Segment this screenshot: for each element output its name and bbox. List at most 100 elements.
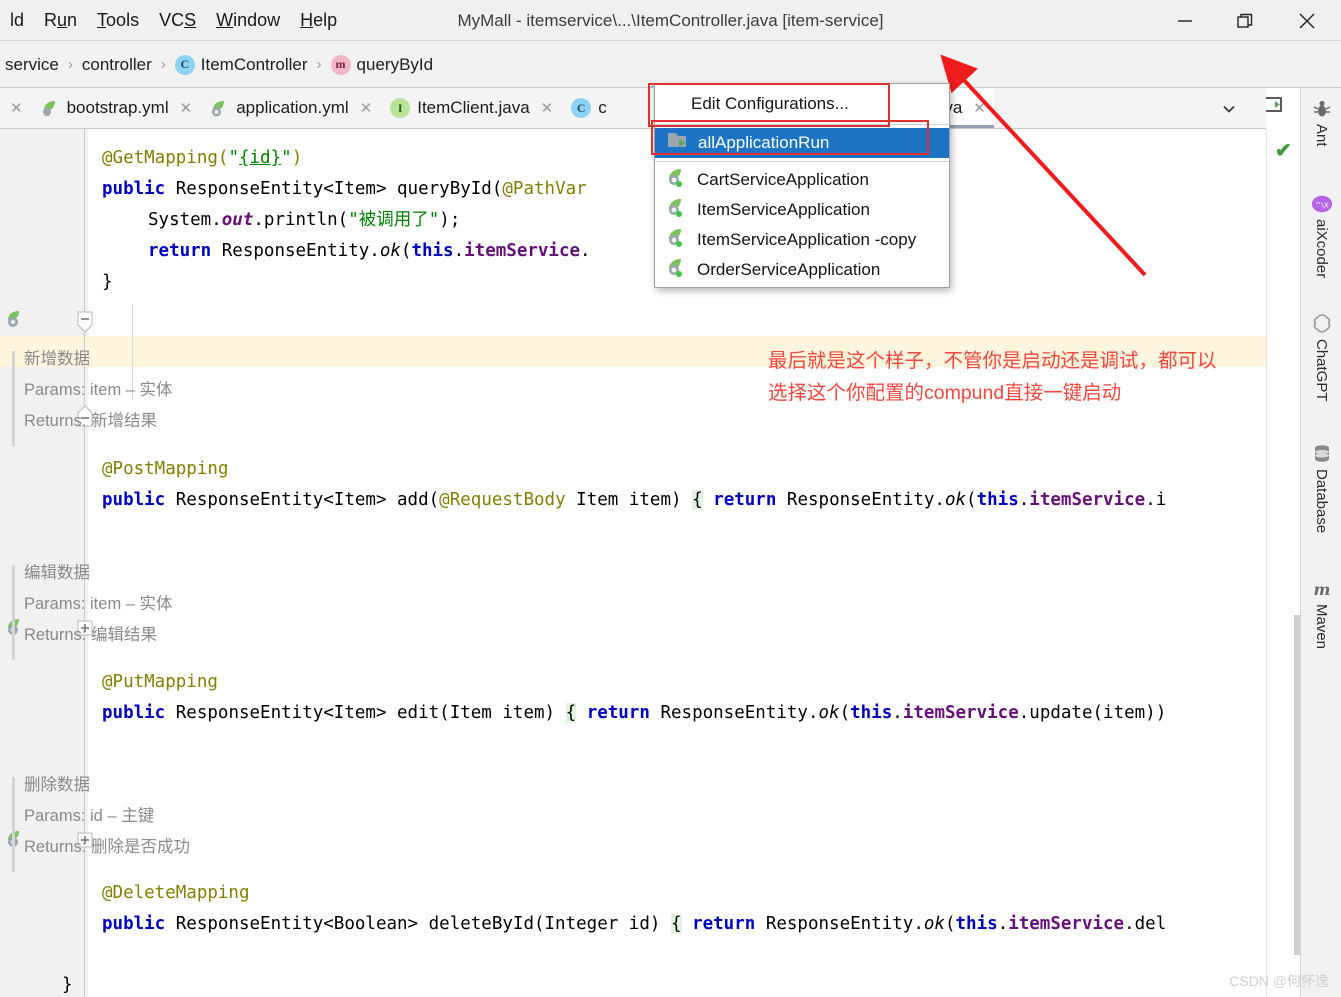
chatgpt-icon [1311,313,1333,335]
close-icon[interactable]: ✕ [180,99,193,117]
tab-bootstrap-yml[interactable]: bootstrap.yml ✕ [31,88,201,128]
maven-icon: m [1311,578,1333,600]
tool-window-ant[interactable]: Ant [1301,98,1341,147]
maximize-icon[interactable] [1219,0,1271,41]
yaml-spring-icon [210,99,229,118]
menu-item-itemserviceapplication[interactable]: ItemServiceApplication [655,195,949,225]
gutter-run-icon[interactable] [6,309,26,334]
inspection-status-icon[interactable]: ✔ [1275,138,1292,163]
menu-item-label: ItemServiceApplication [697,200,870,219]
code-line: } [62,975,73,995]
code-editor[interactable]: @GetMapping("{id}") public ResponseEntit… [0,129,1266,997]
minimize-icon[interactable] [1159,0,1211,41]
gutter-run-icon[interactable] [6,829,26,854]
tab-label: c [598,98,607,117]
ide-window: ld Run Tools VCS Window Help MyMall - it… [0,0,1341,997]
run-configuration-dropdown[interactable]: Edit Configurations... allApplicationRun [654,83,950,288]
compound-run-icon [667,131,689,155]
javadoc-returns: Returns: 编辑结果 [24,626,157,644]
menu-build[interactable]: ld [0,0,34,41]
menu-run[interactable]: Run [34,0,87,41]
gutter-run-icon[interactable] [6,617,26,642]
menu-separator [655,161,949,162]
menu-item-cartserviceapplication[interactable]: CartServiceApplication [655,165,949,195]
menu-help[interactable]: Help [290,0,347,41]
navigation-bar: service › controller › C ItemController … [0,41,1341,127]
watermark: CSDN @何怀逸 [1229,973,1329,989]
tab-label: bootstrap.yml [66,98,169,117]
javadoc-returns: Returns: 新增结果 [24,412,157,430]
menu-tools[interactable]: Tools [87,0,149,41]
breadcrumb-item-itemcontroller[interactable]: C ItemController [170,54,313,75]
breadcrumb-separator: › [67,56,73,73]
title-bar: ld Run Tools VCS Window Help MyMall - it… [0,0,1341,41]
menu-item-label: allApplicationRun [698,133,830,152]
tab-application-yml[interactable]: application.yml ✕ [200,88,380,128]
tool-window-maven[interactable]: m Maven [1301,578,1341,649]
editor-tab-bar: ✕ bootstrap.yml ✕ application.yml ✕ I It… [0,88,1266,129]
breadcrumb-item-controller[interactable]: controller [77,55,157,75]
code-line: System.out.println("被调用了"); [148,210,461,230]
tab-label: application.yml [236,98,349,117]
code-line: @PutMapping [102,672,218,692]
close-icon[interactable] [1281,0,1333,41]
tool-window-label: Ant [1313,124,1330,147]
code-line: public ResponseEntity<Item> queryById(@P… [102,179,587,199]
tab-list-chevron-down-icon[interactable] [1212,88,1246,129]
breadcrumb-separator: › [160,56,166,73]
code-line: } [102,272,113,292]
close-icon[interactable]: ✕ [541,99,554,117]
right-tool-window-strip: Ant ^\X aiXcoder ChatGPT Database m Mave… [1300,88,1341,997]
tool-window-database[interactable]: Database [1301,443,1341,533]
doc-comment-bar [12,565,15,660]
tool-window-aixcoder[interactable]: ^\X aiXcoder [1301,193,1341,278]
tab-scroll-close[interactable]: ✕ [0,88,31,128]
close-icon[interactable]: ✕ [10,99,23,117]
breadcrumb-label: service [5,54,59,74]
class-badge-icon: C [174,54,195,75]
menu-item-itemserviceapplication-copy[interactable]: ItemServiceApplication -copy [655,225,949,255]
svg-text:^\X: ^\X [1315,201,1329,210]
code-line: public ResponseEntity<Boolean> deleteByI… [102,914,1167,934]
close-icon[interactable]: ✕ [360,99,373,117]
menu-separator [655,124,949,125]
tab-partial-class[interactable]: C c [561,88,615,128]
menu-window[interactable]: Window [206,0,290,41]
spring-boot-icon [667,258,688,282]
breadcrumb-label: controller [81,54,152,74]
menu-bar: ld Run Tools VCS Window Help [0,0,347,41]
code-line: @GetMapping("{id}") [102,148,303,168]
menu-item-orderserviceapplication[interactable]: OrderServiceApplication [655,255,949,285]
breadcrumb-item-querybyid[interactable]: m queryById [326,54,439,75]
menu-item-edit-configurations[interactable]: Edit Configurations... [655,87,949,121]
menu-item-label: Edit Configurations... [691,94,849,113]
javadoc-params: Params: item – 实体 [24,381,173,399]
tool-window-label: ChatGPT [1313,339,1330,402]
breadcrumb-label: queryById [356,54,434,74]
tool-window-label: aiXcoder [1313,219,1330,279]
database-icon [1311,443,1333,465]
code-line: public ResponseEntity<Item> add(@Request… [102,490,1167,510]
ant-icon [1311,98,1333,120]
javadoc-title: 删除数据 [24,776,90,794]
interface-icon: I [390,98,411,118]
tab-label: ItemClient.java [417,98,530,117]
javadoc-title: 编辑数据 [24,564,90,582]
menu-item-allapplicationrun[interactable]: allApplicationRun [655,128,949,158]
code-line: return ResponseEntity.ok(this.itemServic… [148,241,591,261]
breadcrumb: service › controller › C ItemController … [0,41,438,88]
javadoc-title: 新增数据 [24,350,90,368]
doc-comment-bar [12,777,15,872]
spring-boot-icon [667,228,688,252]
close-icon[interactable]: ✕ [973,99,986,117]
code-line: @PostMapping [102,459,229,479]
tool-window-chatgpt[interactable]: ChatGPT [1301,313,1341,402]
doc-comment-bar [12,351,15,446]
tab-itemclient-java[interactable]: I ItemClient.java ✕ [380,88,561,128]
breadcrumb-item-service[interactable]: service [0,55,64,75]
menu-item-label: CartServiceApplication [697,170,869,189]
menu-vcs[interactable]: VCS [149,0,206,41]
aixcoder-icon: ^\X [1311,193,1333,215]
spring-boot-icon [667,168,688,192]
javadoc-block: 删除数据 Params: id – 主键 Returns: 删除是否成功 [24,770,190,863]
